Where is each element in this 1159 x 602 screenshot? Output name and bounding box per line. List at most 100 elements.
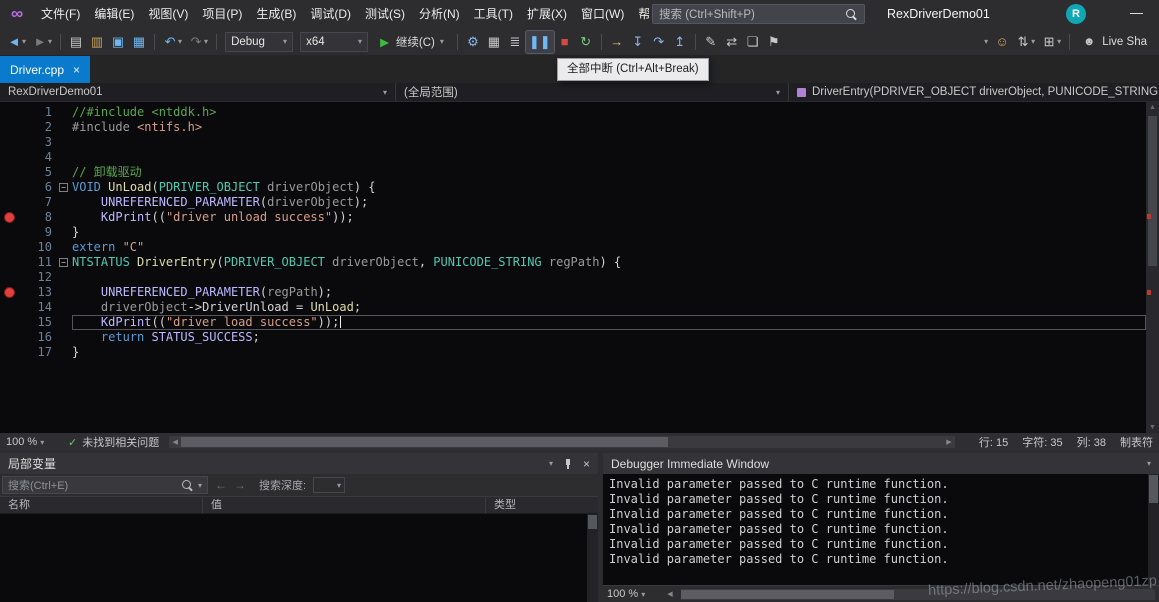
scrollbar-thumb[interactable] <box>1148 116 1157 266</box>
fold-gutter[interactable]: − <box>56 255 72 270</box>
scroll-down-icon[interactable]: ▼ <box>1146 424 1159 431</box>
menu-item-1[interactable]: 编辑(E) <box>87 0 141 28</box>
scrollbar-thumb[interactable] <box>1149 475 1158 503</box>
fold-gutter[interactable] <box>56 150 72 165</box>
scroll-right-icon[interactable]: ▶ <box>943 438 955 446</box>
code-cleanup-icon[interactable]: ✎ <box>701 31 721 53</box>
fold-collapse-icon[interactable]: − <box>59 183 68 192</box>
menu-item-3[interactable]: 项目(P) <box>195 0 249 28</box>
fold-gutter[interactable] <box>56 210 72 225</box>
step-out-icon[interactable]: ↥ <box>670 31 690 53</box>
breakpoint-gutter[interactable] <box>0 285 20 300</box>
fold-gutter[interactable] <box>56 240 72 255</box>
scroll-left-icon[interactable]: ◀ <box>664 590 676 598</box>
code-editor[interactable]: 1 //#include <ntddk.h> 2 #include <ntifs.h>… <box>0 102 1159 433</box>
nav-back-icon[interactable]: ◄ ▾ <box>4 31 29 53</box>
breadcrumb-scope-dropdown[interactable]: (全局范围) ▾ <box>396 83 789 101</box>
breakpoint-icon[interactable] <box>4 287 15 298</box>
locals-search-box[interactable]: 搜索(Ctrl+E) ▾ <box>2 476 208 494</box>
window-layout-icon[interactable]: ⊞ ▾ <box>1039 31 1064 53</box>
user-avatar[interactable]: R <box>1066 4 1086 24</box>
editor-vertical-scrollbar[interactable]: ▲ ▼ <box>1146 102 1159 433</box>
column-header-1[interactable]: 值 <box>203 497 486 513</box>
bookmark-icon[interactable]: ⚑ <box>764 31 784 53</box>
breakpoint-gutter[interactable] <box>0 240 20 255</box>
scroll-left-icon[interactable]: ◀ <box>169 438 181 446</box>
menu-item-9[interactable]: 扩展(X) <box>520 0 574 28</box>
immediate-output[interactable]: Invalid parameter passed to C runtime fu… <box>603 474 1159 585</box>
task-list-icon[interactable]: ≣ <box>505 31 525 53</box>
fold-gutter[interactable] <box>56 165 72 180</box>
breakpoint-gutter[interactable] <box>0 225 20 240</box>
break-all-icon[interactable]: ❚❚ <box>524 29 555 54</box>
fold-gutter[interactable] <box>56 300 72 315</box>
redo-icon[interactable]: ↷ ▾ <box>186 31 211 53</box>
live-share-button[interactable]: ☻ Live Sha <box>1077 31 1153 53</box>
menu-item-5[interactable]: 调试(D) <box>303 0 358 28</box>
menu-item-7[interactable]: 分析(N) <box>412 0 467 28</box>
save-all-icon[interactable]: ▦ <box>129 31 149 53</box>
breakpoint-gutter[interactable] <box>0 255 20 270</box>
breakpoint-icon[interactable] <box>4 212 15 223</box>
comment-icon[interactable]: ❏ <box>743 31 763 53</box>
breakpoint-gutter[interactable] <box>0 330 20 345</box>
scrollbar-thumb[interactable] <box>681 589 895 599</box>
locals-body[interactable] <box>0 514 598 602</box>
breakpoint-gutter[interactable] <box>0 105 20 120</box>
fold-gutter[interactable] <box>56 195 72 210</box>
search-prev-icon[interactable]: ← <box>215 478 227 492</box>
breakpoint-gutter[interactable] <box>0 210 20 225</box>
breakpoint-gutter[interactable] <box>0 195 20 210</box>
fold-gutter[interactable] <box>56 105 72 120</box>
window-position-icon[interactable]: ▾ <box>549 459 553 468</box>
breakpoint-gutter[interactable] <box>0 180 20 195</box>
locals-vertical-scrollbar[interactable] <box>587 514 598 602</box>
breakpoint-gutter[interactable] <box>0 270 20 285</box>
stop-debug-icon[interactable]: ■ <box>555 31 575 53</box>
menu-item-4[interactable]: 生成(B) <box>249 0 303 28</box>
new-file-icon[interactable]: ▤ <box>66 31 86 53</box>
code-health-indicator[interactable]: ✓ 未找到相关问题 <box>68 434 159 450</box>
feedback-icon[interactable]: ☺ <box>992 31 1012 53</box>
solution-config-dropdown[interactable]: Debug ▾ <box>225 31 294 52</box>
quick-attach-icon[interactable]: ⚙ <box>463 31 483 53</box>
close-icon[interactable]: × <box>583 457 590 471</box>
undo-icon[interactable]: ↶ ▾ <box>160 31 185 53</box>
tab-close-icon[interactable]: × <box>73 63 80 77</box>
scroll-up-icon[interactable]: ▲ <box>1146 104 1159 111</box>
open-file-icon[interactable]: ▥ <box>87 31 107 53</box>
nav-forward-icon[interactable]: ► ▾ <box>30 31 55 53</box>
step-over-icon[interactable]: ↷ <box>649 31 669 53</box>
breadcrumb-project-dropdown[interactable]: RexDriverDemo01 ▾ <box>0 83 396 101</box>
restart-debug-icon[interactable]: ↻ <box>576 31 596 53</box>
continue-button[interactable]: ▶ 继续(C) ▾ <box>374 31 450 53</box>
platform-dropdown[interactable]: x64 ▾ <box>300 31 369 52</box>
editor-horizontal-scrollbar[interactable]: ◀ ▶ <box>169 436 955 448</box>
sync-icon[interactable]: ⇄ <box>722 31 742 53</box>
breakpoint-gutter[interactable] <box>0 120 20 135</box>
zoom-dropdown[interactable]: 100 % ▾ <box>6 436 58 448</box>
menu-item-2[interactable]: 视图(V) <box>141 0 195 28</box>
immediate-horizontal-scrollbar[interactable] <box>681 588 1155 600</box>
fold-gutter[interactable] <box>56 330 72 345</box>
menu-item-6[interactable]: 测试(S) <box>358 0 412 28</box>
tab-driver-cpp[interactable]: Driver.cpp × <box>0 56 91 83</box>
minimize-button[interactable]: — <box>1130 0 1143 26</box>
fold-gutter[interactable] <box>56 120 72 135</box>
source-control-icon[interactable]: ⇅ ▾ <box>1013 31 1038 53</box>
breakpoint-gutter[interactable] <box>0 345 20 360</box>
pin-icon[interactable] <box>563 458 573 470</box>
show-next-statement-icon[interactable]: → <box>607 31 627 53</box>
fold-collapse-icon[interactable]: − <box>59 258 68 267</box>
breakpoint-gutter[interactable] <box>0 315 20 330</box>
breakpoint-gutter[interactable] <box>0 135 20 150</box>
immediate-panel-header[interactable]: Debugger Immediate Window ▾ <box>603 453 1159 474</box>
fold-gutter[interactable] <box>56 315 72 330</box>
global-search-box[interactable]: 搜索 (Ctrl+Shift+P) <box>652 4 865 24</box>
fold-gutter[interactable] <box>56 345 72 360</box>
immediate-zoom-dropdown[interactable]: 100 % ▾ <box>607 588 659 600</box>
fold-gutter[interactable]: − <box>56 180 72 195</box>
menu-item-0[interactable]: 文件(F) <box>34 0 87 28</box>
search-next-icon[interactable]: → <box>234 478 246 492</box>
breakpoint-gutter[interactable] <box>0 300 20 315</box>
